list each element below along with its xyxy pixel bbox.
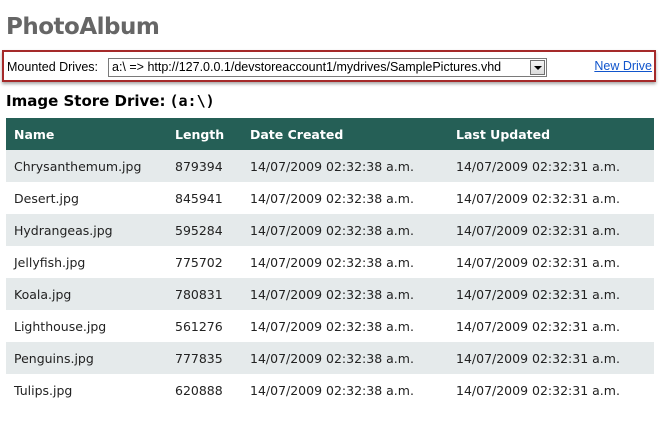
cell-last-updated: 14/07/2009 02:32:31 a.m. [448,182,654,214]
cell-length: 620888 [167,374,242,406]
cell-length: 845941 [167,182,242,214]
cell-length: 561276 [167,310,242,342]
cell-last-updated: 14/07/2009 02:32:31 a.m. [448,214,654,246]
cell-last-updated: 14/07/2009 02:32:31 a.m. [448,310,654,342]
mounted-drives-select[interactable]: a:\ => http://127.0.0.1/devstoreaccount1… [108,58,547,77]
cell-date-created: 14/07/2009 02:32:38 a.m. [242,374,448,406]
cell-name: Hydrangeas.jpg [6,214,167,246]
cell-name: Chrysanthemum.jpg [6,150,167,182]
table-row[interactable]: Chrysanthemum.jpg 879394 14/07/2009 02:3… [6,150,654,182]
cell-last-updated: 14/07/2009 02:32:31 a.m. [448,374,654,406]
mounted-drives-label: Mounted Drives: [7,60,99,74]
cell-length: 775702 [167,246,242,278]
section-title: Image Store Drive: (a:\) [6,92,215,110]
cell-name: Lighthouse.jpg [6,310,167,342]
cell-name: Jellyfish.jpg [6,246,167,278]
cell-date-created: 14/07/2009 02:32:38 a.m. [242,278,448,310]
files-table: Name Length Date Created Last Updated Ch… [6,118,654,406]
cell-date-created: 14/07/2009 02:32:38 a.m. [242,342,448,374]
cell-name: Penguins.jpg [6,342,167,374]
cell-length: 879394 [167,150,242,182]
cell-date-created: 14/07/2009 02:32:38 a.m. [242,182,448,214]
section-drive-letter: (a:\) [169,92,215,110]
app-title: PhotoAlbum [6,14,160,40]
new-drive-link[interactable]: New Drive [594,59,652,73]
table-row[interactable]: Koala.jpg 780831 14/07/2009 02:32:38 a.m… [6,278,654,310]
table-header-row: Name Length Date Created Last Updated [6,118,654,150]
cell-length: 595284 [167,214,242,246]
column-header-length: Length [167,118,242,150]
column-header-last-updated: Last Updated [448,118,654,150]
chevron-down-icon[interactable] [530,60,545,75]
cell-name: Desert.jpg [6,182,167,214]
cell-date-created: 14/07/2009 02:32:38 a.m. [242,310,448,342]
table-row[interactable]: Lighthouse.jpg 561276 14/07/2009 02:32:3… [6,310,654,342]
cell-date-created: 14/07/2009 02:32:38 a.m. [242,150,448,182]
cell-length: 780831 [167,278,242,310]
cell-last-updated: 14/07/2009 02:32:31 a.m. [448,246,654,278]
selected-drive-value: a:\ => http://127.0.0.1/devstoreaccount1… [112,60,502,74]
cell-last-updated: 14/07/2009 02:32:31 a.m. [448,150,654,182]
column-header-date-created: Date Created [242,118,448,150]
table-row[interactable]: Desert.jpg 845941 14/07/2009 02:32:38 a.… [6,182,654,214]
cell-date-created: 14/07/2009 02:32:38 a.m. [242,214,448,246]
table-row[interactable]: Tulips.jpg 620888 14/07/2009 02:32:38 a.… [6,374,654,406]
cell-name: Koala.jpg [6,278,167,310]
table-row[interactable]: Hydrangeas.jpg 595284 14/07/2009 02:32:3… [6,214,654,246]
cell-last-updated: 14/07/2009 02:32:31 a.m. [448,278,654,310]
column-header-name: Name [6,118,167,150]
cell-name: Tulips.jpg [6,374,167,406]
cell-length: 777835 [167,342,242,374]
cell-date-created: 14/07/2009 02:32:38 a.m. [242,246,448,278]
cell-last-updated: 14/07/2009 02:32:31 a.m. [448,342,654,374]
table-row[interactable]: Jellyfish.jpg 775702 14/07/2009 02:32:38… [6,246,654,278]
mounted-drives-bar: Mounted Drives: a:\ => http://127.0.0.1/… [2,50,656,82]
section-title-text: Image Store Drive: [6,92,166,110]
table-row[interactable]: Penguins.jpg 777835 14/07/2009 02:32:38 … [6,342,654,374]
